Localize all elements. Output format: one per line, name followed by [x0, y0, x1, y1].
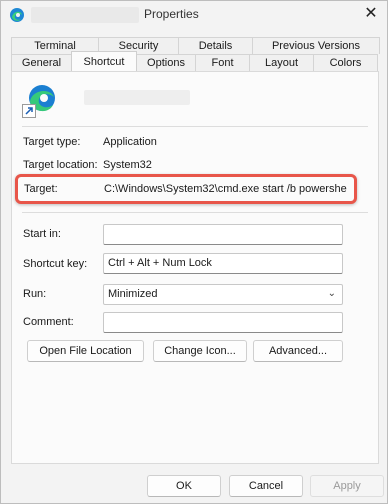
shortcut-key-field[interactable]: Ctrl + Alt + Num Lock [103, 253, 343, 274]
target-type-value: Application [103, 136, 157, 148]
shortcut-panel: Target type: Application Target location… [11, 71, 379, 464]
start-in-label: Start in: [23, 228, 61, 240]
title-bar: Properties ✕ [1, 1, 387, 29]
comment-label: Comment: [23, 316, 74, 328]
ok-button[interactable]: OK [147, 475, 221, 497]
run-select[interactable]: Minimized ⌄ [103, 284, 343, 305]
advanced-button[interactable]: Advanced... [253, 340, 343, 362]
run-selected-value: Minimized [108, 288, 158, 300]
target-location-label: Target location: [23, 159, 98, 171]
target-highlight: Target: C:\Windows\System32\cmd.exe star… [15, 174, 357, 204]
target-type-label: Target type: [23, 136, 81, 148]
tab-layout[interactable]: Layout [249, 54, 314, 71]
run-label: Run: [23, 288, 47, 300]
separator [22, 126, 368, 127]
shortcut-key-label: Shortcut key: [23, 258, 88, 270]
tab-options[interactable]: Options [136, 54, 196, 71]
close-button[interactable]: ✕ [361, 5, 381, 23]
tab-colors[interactable]: Colors [313, 54, 378, 71]
open-file-location-button[interactable]: Open File Location [27, 340, 144, 362]
tab-row-top: Terminal Security Details Previous Versi… [11, 37, 380, 54]
window-title: Properties [144, 7, 199, 21]
tab-font[interactable]: Font [195, 54, 250, 71]
shortcut-name-redacted [84, 90, 190, 105]
apply-button[interactable]: Apply [310, 475, 384, 497]
tab-shortcut[interactable]: Shortcut [71, 51, 137, 71]
properties-window: Properties ✕ Terminal Security Details P… [0, 0, 388, 504]
dialog-button-bar: OK Cancel Apply [1, 467, 387, 503]
shortcut-arrow-icon [22, 104, 36, 118]
change-icon-button[interactable]: Change Icon... [153, 340, 247, 362]
target-field[interactable]: C:\Windows\System32\cmd.exe start /b pow… [104, 183, 347, 195]
tab-previous-versions[interactable]: Previous Versions [252, 37, 380, 54]
target-location-value: System32 [103, 159, 152, 171]
title-redacted-name [31, 7, 139, 23]
start-in-field[interactable] [103, 224, 343, 245]
cancel-button[interactable]: Cancel [229, 475, 303, 497]
chevron-down-icon: ⌄ [327, 288, 336, 299]
edge-icon [10, 8, 24, 22]
tab-general[interactable]: General [11, 54, 72, 71]
separator [22, 212, 368, 213]
tab-row-bottom: General Shortcut Options Font Layout Col… [11, 51, 379, 71]
target-label: Target: [24, 183, 58, 195]
tab-details[interactable]: Details [178, 37, 253, 54]
comment-field[interactable] [103, 312, 343, 333]
close-icon: ✕ [364, 5, 378, 22]
